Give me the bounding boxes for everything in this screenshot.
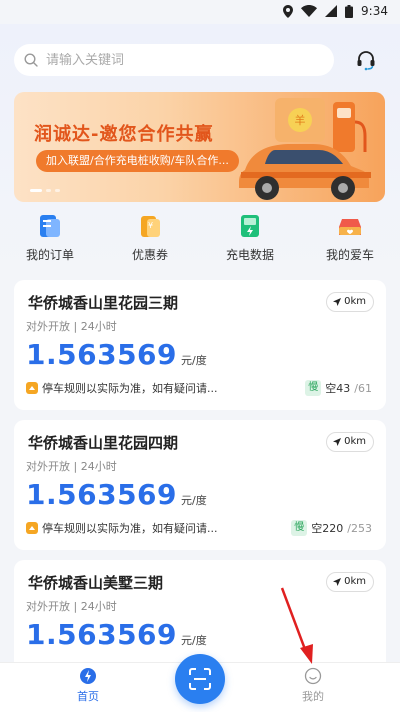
station-card[interactable]: 华侨城香山里花园四期 0km 对外开放 | 24小时 1.563569 元/度 停…	[14, 420, 386, 550]
signal-icon	[325, 5, 338, 17]
search-icon	[24, 53, 38, 67]
location-icon	[283, 4, 294, 18]
quick-item-coupons[interactable]: ¥ 优惠券	[100, 210, 200, 272]
coupon-icon: ¥	[141, 216, 160, 237]
distance-badge[interactable]: 0km	[326, 292, 374, 312]
wifi-icon	[301, 5, 318, 17]
slow-charge-tag: 慢	[305, 380, 322, 396]
price: 1.563569 元/度	[26, 618, 207, 651]
scan-icon	[189, 668, 211, 690]
promo-banner[interactable]: 润诚达-邀您合作共赢 加入联盟/合作充电桩收购/车队合作... 羊	[14, 92, 385, 202]
charging-data-icon	[241, 215, 259, 237]
tab-home[interactable]: 首页	[58, 667, 118, 704]
car-charging-illustration: 羊	[239, 98, 371, 200]
quick-item-my-car[interactable]: 我的爱车	[300, 210, 400, 272]
station-name: 华侨城香山里花园四期	[28, 434, 179, 452]
station-name: 华侨城香山美墅三期	[28, 574, 164, 592]
navigation-icon	[333, 298, 342, 306]
banner-subtitle-pill: 加入联盟/合作充电桩收购/车队合作...	[36, 150, 239, 172]
annotation-arrow	[280, 587, 313, 664]
profile-icon	[304, 667, 322, 685]
status-time: 9:34	[361, 4, 388, 18]
distance-badge[interactable]: 0km	[326, 572, 374, 592]
battery-icon	[345, 4, 354, 18]
scan-button[interactable]	[175, 654, 225, 704]
station-meta: 对外开放 | 24小时	[26, 600, 117, 613]
parking-icon	[26, 522, 38, 534]
station-name: 华侨城香山里花园三期	[28, 294, 179, 312]
station-meta: 对外开放 | 24小时	[26, 460, 117, 473]
status-bar: 9:34	[0, 0, 400, 24]
price: 1.563569 元/度	[26, 338, 207, 371]
car-icon	[339, 219, 361, 235]
coin-glyph: 羊	[295, 113, 306, 127]
quick-item-charging-data[interactable]: 充电数据	[200, 210, 300, 272]
order-icon	[40, 215, 60, 237]
distance-badge[interactable]: 0km	[326, 432, 374, 452]
parking-rule: 停车规则以实际为准，如有疑问请...	[26, 380, 218, 396]
quick-item-orders[interactable]: 我的订单	[0, 210, 100, 272]
parking-icon	[26, 382, 38, 394]
search-input[interactable]	[46, 52, 306, 68]
station-meta: 对外开放 | 24小时	[26, 320, 117, 333]
home-icon	[80, 668, 96, 684]
search-box[interactable]	[14, 44, 334, 76]
quick-menu: 我的订单 ¥ 优惠券 充电数据 我的爱车	[0, 210, 400, 272]
slow-charge-tag: 慢	[291, 520, 308, 536]
headset-icon	[357, 51, 375, 71]
price: 1.563569 元/度	[26, 478, 207, 511]
station-card[interactable]: 华侨城香山美墅三期 0km 对外开放 | 24小时 1.563569 元/度	[14, 560, 386, 662]
navigation-icon	[333, 438, 342, 446]
slot-availability: 慢空43/61	[305, 380, 372, 396]
customer-service-button[interactable]	[352, 46, 380, 74]
banner-title: 润诚达-邀您合作共赢	[34, 124, 214, 145]
slot-availability: 慢空220/253	[291, 520, 372, 536]
parking-rule: 停车规则以实际为准，如有疑问请...	[26, 520, 218, 536]
svg-text:¥: ¥	[148, 221, 153, 230]
tab-mine[interactable]: 我的	[283, 667, 343, 704]
station-card[interactable]: 华侨城香山里花园三期 0km 对外开放 | 24小时 1.563569 元/度 停…	[14, 280, 386, 410]
navigation-icon	[333, 578, 342, 586]
banner-pagination	[30, 189, 60, 192]
